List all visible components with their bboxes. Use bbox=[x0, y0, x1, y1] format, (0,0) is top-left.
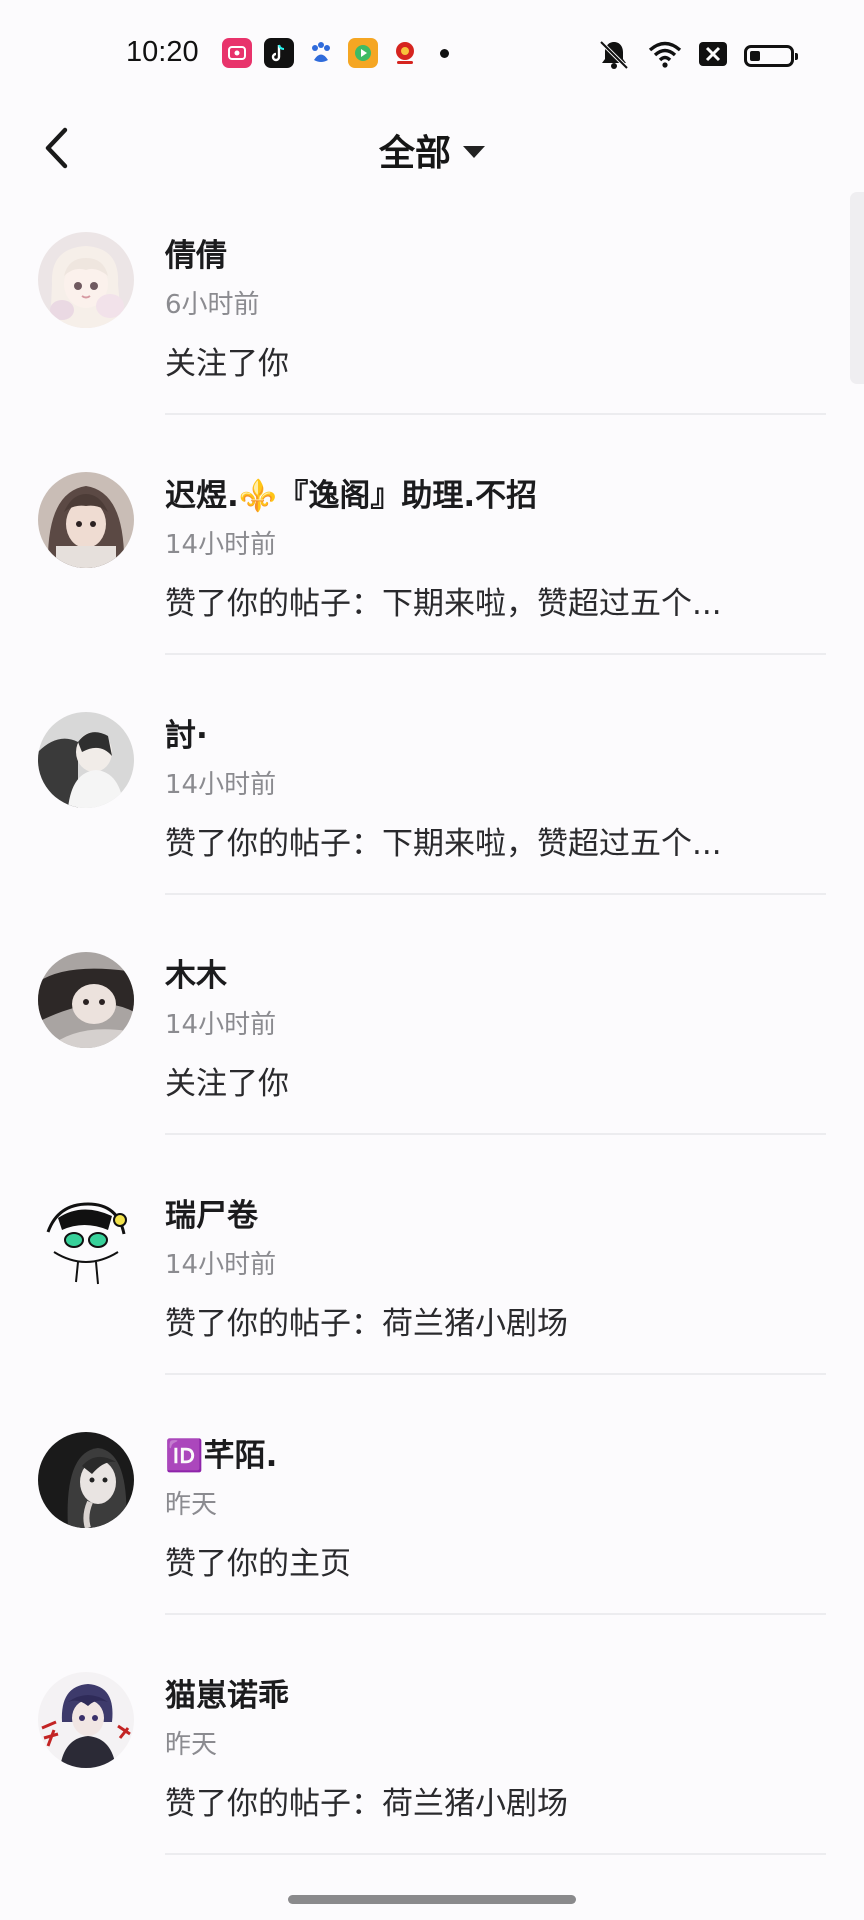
divider bbox=[165, 1373, 826, 1375]
baidu-app-icon bbox=[306, 38, 336, 68]
status-system-icons bbox=[596, 38, 798, 74]
notification-time: 昨天 bbox=[165, 1730, 218, 1760]
more-notifications-dot bbox=[440, 48, 449, 58]
avatar[interactable] bbox=[38, 232, 134, 328]
sender-name[interactable]: 迟煜.⚜️『逸阁』助理.不招 bbox=[165, 470, 537, 515]
douyin-app-icon bbox=[264, 38, 294, 68]
notification-item[interactable]: 🆔芊陌. 昨天 赞了你的主页 bbox=[0, 1410, 864, 1650]
notification-item[interactable]: 木木 14小时前 关注了你 bbox=[0, 930, 864, 1170]
notification-list: 倩倩 6小时前 关注了你 迟煜.⚜️『逸阁』助理.不招 14小时前 赞了你的帖子… bbox=[0, 210, 864, 1890]
status-notification-icons bbox=[222, 38, 449, 68]
notification-item[interactable]: 瑞尸卷 14小时前 赞了你的帖子：荷兰猪小剧场 bbox=[0, 1170, 864, 1410]
filter-dropdown-label: 全部 bbox=[378, 133, 451, 174]
notification-item[interactable]: 討· 14小时前 赞了你的帖子：下期来啦，赞超过五个... bbox=[0, 690, 864, 930]
divider bbox=[165, 1613, 826, 1615]
sender-name[interactable]: 瑞尸卷 bbox=[165, 1190, 258, 1235]
notification-item[interactable]: 倩倩 6小时前 关注了你 bbox=[0, 210, 864, 450]
notifications-page: 10:20 全部 倩倩 6小时前 关注了你 迟煜.⚜️『逸阁』助理.不招 14小… bbox=[0, 0, 864, 1920]
notification-time: 昨天 bbox=[165, 1490, 218, 1520]
notification-message: 赞了你的帖子：荷兰猪小剧场 bbox=[165, 1306, 568, 1342]
sender-name[interactable]: 🆔芊陌. bbox=[165, 1430, 277, 1475]
notification-time: 14小时前 bbox=[165, 1250, 277, 1280]
notification-time: 6小时前 bbox=[165, 290, 260, 320]
notification-time: 14小时前 bbox=[165, 1010, 277, 1040]
avatar[interactable] bbox=[38, 472, 134, 568]
top-navigation-bar: 全部 bbox=[0, 110, 864, 190]
sender-name[interactable]: 討· bbox=[165, 710, 208, 755]
battery-icon bbox=[744, 45, 798, 67]
filter-dropdown[interactable]: 全部 bbox=[0, 124, 864, 176]
avatar[interactable] bbox=[38, 712, 134, 808]
notification-item[interactable]: 猫崽诺乖 昨天 赞了你的帖子：荷兰猪小剧场 bbox=[0, 1650, 864, 1890]
divider bbox=[165, 893, 826, 895]
divider bbox=[165, 653, 826, 655]
status-time: 10:20 bbox=[126, 36, 199, 68]
video-app-icon bbox=[222, 38, 252, 68]
mute-bell-icon bbox=[596, 38, 632, 74]
home-indicator[interactable] bbox=[288, 1895, 576, 1904]
divider bbox=[165, 1133, 826, 1135]
avatar[interactable] bbox=[38, 1432, 134, 1528]
avatar[interactable] bbox=[38, 952, 134, 1048]
notification-time: 14小时前 bbox=[165, 770, 277, 800]
notification-message: 赞了你的主页 bbox=[165, 1546, 351, 1582]
notification-message: 赞了你的帖子：下期来啦，赞超过五个... bbox=[165, 826, 722, 862]
divider bbox=[165, 1853, 826, 1855]
caret-down-icon bbox=[463, 146, 485, 158]
notification-message: 关注了你 bbox=[165, 346, 289, 382]
news-app-icon bbox=[390, 38, 420, 68]
notification-time: 14小时前 bbox=[165, 530, 277, 560]
notification-message: 赞了你的帖子：下期来啦，赞超过五个... bbox=[165, 586, 722, 622]
video-player-app-icon bbox=[348, 38, 378, 68]
notification-message: 关注了你 bbox=[165, 1066, 289, 1102]
avatar[interactable] bbox=[38, 1192, 134, 1288]
divider bbox=[165, 413, 826, 415]
sender-name[interactable]: 猫崽诺乖 bbox=[165, 1670, 289, 1715]
sim-disabled-icon bbox=[698, 41, 728, 71]
wifi-icon bbox=[648, 40, 682, 72]
notification-item[interactable]: 迟煜.⚜️『逸阁』助理.不招 14小时前 赞了你的帖子：下期来啦，赞超过五个..… bbox=[0, 450, 864, 690]
sender-name[interactable]: 木木 bbox=[165, 950, 227, 995]
notification-message: 赞了你的帖子：荷兰猪小剧场 bbox=[165, 1786, 568, 1822]
sender-name[interactable]: 倩倩 bbox=[165, 230, 227, 275]
status-bar: 10:20 bbox=[0, 0, 864, 110]
avatar[interactable] bbox=[38, 1672, 134, 1768]
